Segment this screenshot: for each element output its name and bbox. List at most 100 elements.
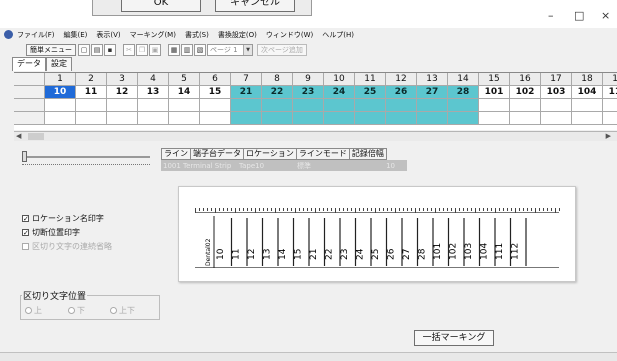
open-folder-icon[interactable]: ▤ — [91, 43, 103, 56]
grid-cell[interactable] — [448, 112, 479, 125]
column-header[interactable]: 2 — [76, 73, 107, 86]
radio-bottom[interactable]: 下 — [68, 305, 85, 316]
cut-position-checkbox[interactable]: ✓ 切断位置印字 — [22, 227, 80, 238]
grid-cell[interactable] — [262, 112, 293, 125]
cut-icon[interactable]: ✂ — [123, 43, 135, 56]
grid-cell[interactable]: 111 — [603, 86, 617, 99]
new-file-icon[interactable]: ▢ — [78, 43, 90, 56]
row-header[interactable] — [14, 112, 45, 125]
grid-cell[interactable] — [603, 99, 617, 112]
column-header[interactable]: 10 — [324, 73, 355, 86]
menu-rewrite-settings[interactable]: 書換設定(O) — [218, 30, 257, 40]
column-header[interactable]: 15 — [479, 73, 510, 86]
grid-cell[interactable] — [107, 112, 138, 125]
grid-cell[interactable] — [448, 99, 479, 112]
grid-cell[interactable]: 27 — [417, 86, 448, 99]
minimize-button[interactable]: – — [548, 9, 554, 22]
radio-top-bottom[interactable]: 上下 — [110, 305, 135, 316]
column-header[interactable]: 5 — [169, 73, 200, 86]
column-header[interactable]: 9 — [293, 73, 324, 86]
simple-menu-button[interactable]: 簡単メニュー — [26, 43, 76, 56]
grid-cell[interactable]: 14 — [169, 86, 200, 99]
grid-cell[interactable] — [231, 112, 262, 125]
scroll-thumb[interactable] — [28, 133, 44, 140]
grid-cell[interactable]: 11 — [76, 86, 107, 99]
paste-icon[interactable]: ▣ — [149, 43, 161, 56]
menu-file[interactable]: ファイル(F) — [17, 30, 55, 40]
grid-cell[interactable] — [76, 99, 107, 112]
menu-help[interactable]: ヘルプ(H) — [322, 30, 354, 40]
grid-cell[interactable] — [572, 99, 603, 112]
scroll-right-icon[interactable]: ▶ — [606, 132, 611, 140]
grid-cell[interactable] — [541, 99, 572, 112]
print-icon[interactable]: ▧ — [194, 43, 206, 56]
grid-cell[interactable]: 103 — [541, 86, 572, 99]
cancel-button[interactable]: キャンセル — [215, 0, 295, 12]
separator-omit-checkbox[interactable]: 区切り文字の連続省略 — [22, 241, 112, 252]
data-grid[interactable]: 12345678910111213141516171819 1011121314… — [14, 72, 617, 130]
copy-icon[interactable]: ❐ — [136, 43, 148, 56]
col-line[interactable]: ライン — [161, 148, 191, 160]
column-header[interactable]: 8 — [262, 73, 293, 86]
column-header[interactable]: 18 — [572, 73, 603, 86]
column-header[interactable]: 16 — [510, 73, 541, 86]
maximize-button[interactable]: □ — [574, 9, 584, 22]
column-header[interactable]: 12 — [386, 73, 417, 86]
column-header[interactable]: 13 — [417, 73, 448, 86]
grid-cell[interactable]: 104 — [572, 86, 603, 99]
column-header[interactable]: 7 — [231, 73, 262, 86]
grid-cell[interactable] — [107, 99, 138, 112]
grid-cell[interactable] — [45, 112, 76, 125]
grid-cell[interactable] — [324, 112, 355, 125]
page-select[interactable]: ページ 1 ▼ — [207, 43, 253, 56]
menu-edit[interactable]: 編集(E) — [64, 30, 88, 40]
grid-cell[interactable] — [355, 99, 386, 112]
grid-cell[interactable]: 10 — [45, 86, 76, 99]
grid-cell[interactable]: 101 — [479, 86, 510, 99]
menu-window[interactable]: ウィンドウ(W) — [266, 30, 313, 40]
grid-cell[interactable]: 25 — [355, 86, 386, 99]
column-header[interactable]: 11 — [355, 73, 386, 86]
grid-cell[interactable] — [386, 112, 417, 125]
slider-handle[interactable] — [22, 151, 27, 162]
grid-cell[interactable] — [541, 112, 572, 125]
col-line-mode[interactable]: ラインモード — [296, 148, 350, 160]
grid-cell[interactable] — [76, 112, 107, 125]
grid-cell[interactable]: 102 — [510, 86, 541, 99]
grid-cell[interactable] — [262, 99, 293, 112]
menu-view[interactable]: 表示(V) — [96, 30, 120, 40]
close-button[interactable]: × — [601, 9, 610, 22]
add-page-button[interactable]: 次ページ追加 — [257, 43, 307, 56]
col-record-width[interactable]: 記録倍幅 — [349, 148, 387, 160]
tab-settings[interactable]: 設定 — [46, 57, 72, 71]
column-header[interactable]: 1 — [45, 73, 76, 86]
grid-cell[interactable]: 21 — [231, 86, 262, 99]
grid-cell[interactable] — [200, 112, 231, 125]
grid-cell[interactable] — [603, 112, 617, 125]
grid-cell[interactable] — [324, 99, 355, 112]
grid-cell[interactable] — [231, 99, 262, 112]
grid-cell[interactable] — [417, 99, 448, 112]
grid-cell[interactable] — [169, 112, 200, 125]
grid-cell[interactable] — [293, 99, 324, 112]
row-header[interactable] — [14, 99, 45, 112]
grid-cell[interactable]: 28 — [448, 86, 479, 99]
col-location[interactable]: ロケーション — [244, 148, 297, 160]
grid-cell[interactable]: 22 — [262, 86, 293, 99]
grid-cell[interactable] — [510, 112, 541, 125]
grid-cell[interactable]: 24 — [324, 86, 355, 99]
ok-button[interactable]: OK — [121, 0, 201, 12]
column-header[interactable]: 14 — [448, 73, 479, 86]
grid-cell[interactable] — [479, 112, 510, 125]
radio-top[interactable]: 上 — [25, 305, 42, 316]
list-item[interactable]: 1001 Terminal Strip Tape10 標準 10 — [161, 160, 407, 171]
row-header[interactable] — [14, 86, 45, 99]
location-print-checkbox[interactable]: ✓ ロケーション名印字 — [22, 213, 104, 224]
grid-cell[interactable] — [355, 112, 386, 125]
scroll-left-icon[interactable]: ◀ — [16, 132, 21, 140]
save-icon[interactable]: ▪ — [104, 43, 116, 56]
column-header[interactable]: 6 — [200, 73, 231, 86]
grid-cell[interactable]: 26 — [386, 86, 417, 99]
grid-cell[interactable]: 13 — [138, 86, 169, 99]
zoom-slider[interactable] — [22, 151, 150, 165]
